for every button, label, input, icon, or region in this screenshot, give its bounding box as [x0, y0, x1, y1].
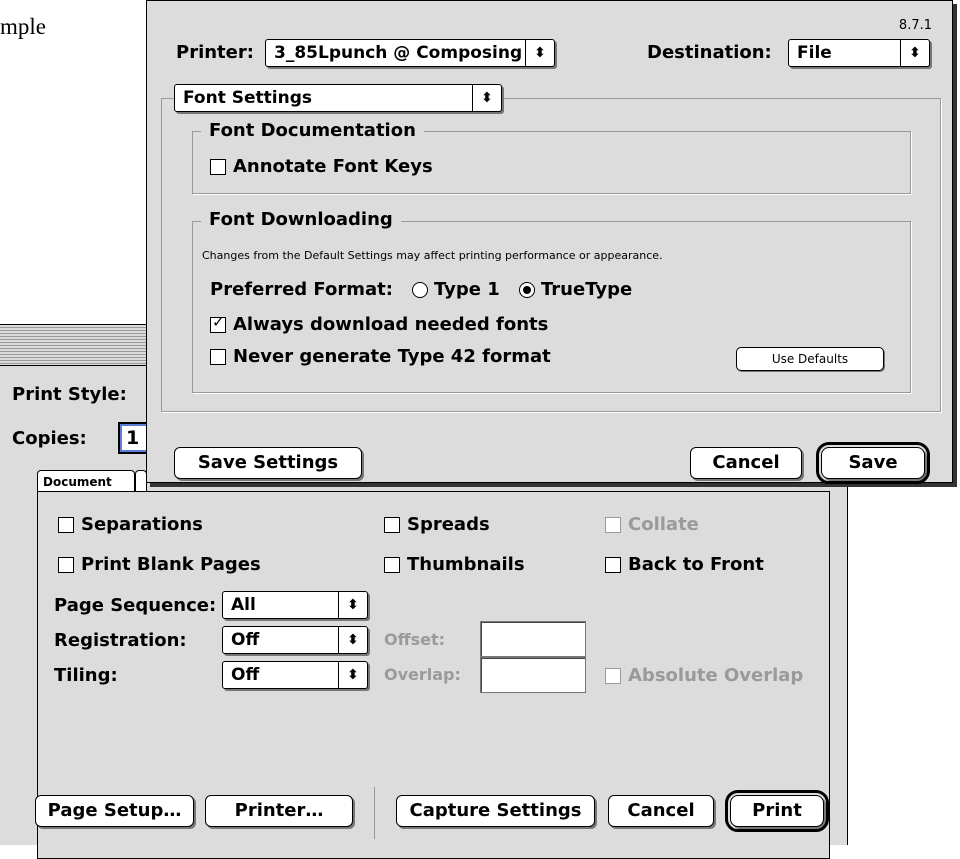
- checkbox-box[interactable]: [210, 158, 226, 175]
- offset-label: Offset:: [384, 630, 445, 649]
- page-sequence-popup[interactable]: All ⬍: [222, 591, 368, 619]
- always-download-checkbox[interactable]: ✓ Always download needed fonts: [210, 314, 548, 335]
- updown-arrows-icon: ⬍: [472, 85, 501, 111]
- never-generate-type42-checkbox[interactable]: Never generate Type 42 format: [210, 346, 551, 367]
- updown-arrows-icon: ⬍: [525, 40, 554, 66]
- absolute-overlap-label: Absolute Overlap: [628, 665, 804, 686]
- font-downloading-note: Changes from the Default Settings may af…: [202, 249, 663, 262]
- checkbox-box-checked[interactable]: ✓: [210, 312, 226, 333]
- checkbox-box[interactable]: [210, 348, 226, 365]
- printer-value: 3_85Lpunch @ Composing: [274, 43, 523, 63]
- spreads-checkbox[interactable]: Spreads: [384, 514, 490, 535]
- registration-label: Registration:: [54, 630, 187, 651]
- checkbox-box: [605, 516, 621, 533]
- destination-popup[interactable]: File ⬍: [788, 39, 930, 67]
- checkmark-icon: ✓: [212, 312, 225, 331]
- registration-popup[interactable]: Off ⬍: [222, 626, 368, 654]
- annotate-font-keys-label: Annotate Font Keys: [233, 156, 433, 177]
- section-popup-value: Font Settings: [183, 88, 312, 108]
- use-defaults-button[interactable]: Use Defaults: [736, 347, 884, 371]
- updown-arrows-icon: ⬍: [900, 40, 929, 66]
- thumbnails-checkbox[interactable]: Thumbnails: [384, 554, 525, 575]
- page-sequence-value: All: [231, 595, 256, 615]
- tiling-label: Tiling:: [54, 665, 118, 686]
- capture-settings-button[interactable]: Capture Settings: [396, 795, 595, 827]
- checkbox-box[interactable]: [384, 516, 400, 533]
- button-separator: [374, 787, 375, 839]
- save-button[interactable]: Save: [816, 442, 930, 484]
- updown-arrows-icon: ⬍: [338, 662, 367, 688]
- back-to-front-checkbox[interactable]: Back to Front: [605, 554, 764, 575]
- print-blank-pages-label: Print Blank Pages: [81, 554, 261, 575]
- absolute-overlap-checkbox: Absolute Overlap: [605, 665, 803, 686]
- printer-button[interactable]: Printer…: [205, 795, 353, 827]
- type1-label: Type 1: [434, 279, 500, 300]
- never-generate-type42-label: Never generate Type 42 format: [233, 346, 551, 367]
- annotate-font-keys-checkbox[interactable]: Annotate Font Keys: [210, 156, 433, 177]
- destination-value: File: [797, 43, 832, 63]
- font-documentation-title: Font Documentation: [201, 120, 424, 141]
- print-blank-pages-checkbox[interactable]: Print Blank Pages: [58, 554, 261, 575]
- section-popup[interactable]: Font Settings ⬍: [174, 84, 502, 112]
- preferred-format-label: Preferred Format:: [210, 279, 393, 300]
- thumbnails-label: Thumbnails: [407, 554, 525, 575]
- updown-arrows-icon: ⬍: [338, 627, 367, 653]
- printer-label: Printer:: [176, 42, 254, 63]
- copies-label: Copies:: [12, 428, 87, 449]
- tiling-popup[interactable]: Off ⬍: [222, 661, 368, 689]
- tab-document[interactable]: Document: [37, 470, 135, 492]
- checkbox-box[interactable]: [58, 556, 74, 573]
- overlap-label: Overlap:: [384, 665, 461, 684]
- collate-label: Collate: [628, 514, 699, 535]
- checkbox-box[interactable]: [605, 556, 621, 573]
- print-style-label: Print Style:: [12, 384, 127, 405]
- radio-button-selected[interactable]: [519, 281, 535, 298]
- separations-checkbox[interactable]: Separations: [58, 514, 203, 535]
- offset-field: [480, 621, 586, 657]
- page-sequence-label: Page Sequence:: [54, 595, 217, 616]
- font-settings-dialog: 8.7.1 Printer: 3_85Lpunch @ Composing ⬍ …: [146, 0, 953, 484]
- collate-checkbox: Collate: [605, 514, 699, 535]
- cancel-print-button[interactable]: Cancel: [608, 795, 714, 827]
- always-download-label: Always download needed fonts: [233, 314, 549, 335]
- separations-label: Separations: [81, 514, 203, 535]
- type1-radio[interactable]: Type 1: [412, 279, 500, 300]
- back-to-front-label: Back to Front: [628, 554, 764, 575]
- checkbox-box[interactable]: [384, 556, 400, 573]
- cancel-button[interactable]: Cancel: [690, 447, 802, 479]
- checkbox-box[interactable]: [58, 516, 74, 533]
- truetype-label: TrueType: [541, 279, 633, 300]
- destination-label: Destination:: [647, 42, 772, 63]
- printer-popup[interactable]: 3_85Lpunch @ Composing ⬍: [265, 39, 555, 67]
- registration-value: Off: [231, 630, 260, 650]
- radio-button[interactable]: [412, 281, 428, 298]
- print-button[interactable]: Print: [725, 790, 829, 832]
- document-text-fragment: mple: [0, 14, 46, 39]
- overlap-field: [480, 657, 586, 693]
- updown-arrows-icon: ⬍: [338, 592, 367, 618]
- truetype-radio[interactable]: TrueType: [519, 279, 632, 300]
- page-setup-button[interactable]: Page Setup…: [35, 795, 194, 827]
- save-settings-button[interactable]: Save Settings: [174, 447, 362, 479]
- font-downloading-title: Font Downloading: [201, 209, 401, 230]
- checkbox-box: [605, 667, 621, 684]
- tiling-value: Off: [231, 665, 260, 685]
- spreads-label: Spreads: [407, 514, 490, 535]
- version-label: 8.7.1: [898, 18, 932, 33]
